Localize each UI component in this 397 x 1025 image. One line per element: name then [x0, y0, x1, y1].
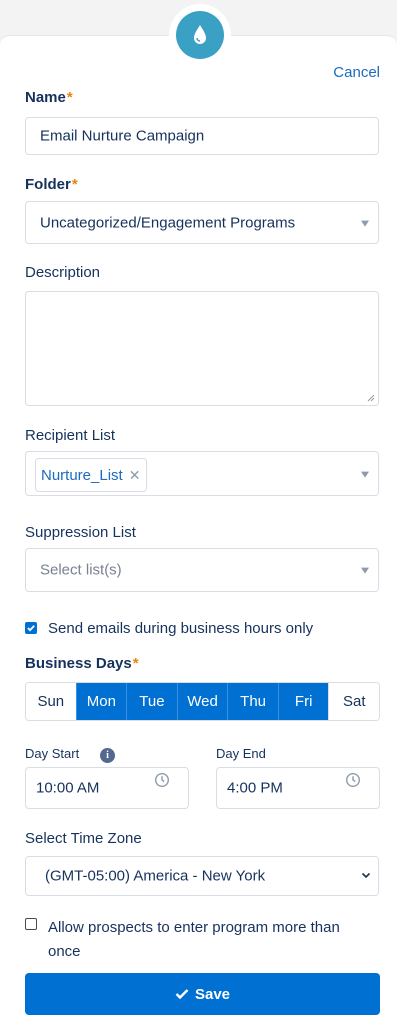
chevron-down-icon	[361, 872, 371, 879]
business-hours-label[interactable]: Send emails during business hours only	[48, 620, 313, 637]
time-zone-select[interactable]: (GMT-05:00) America - New York	[25, 856, 379, 896]
remove-tag-icon[interactable]: ✕	[129, 467, 141, 484]
day-start-input[interactable]: 10:00 AM	[25, 767, 189, 809]
recipient-list-label: Recipient List	[25, 427, 116, 444]
day-start-value: 10:00 AM	[36, 779, 100, 797]
checkmark-icon	[27, 625, 35, 632]
clock-icon[interactable]	[345, 772, 361, 788]
folder-label: Folder*	[25, 176, 78, 193]
business-days-label: Business Days*	[25, 655, 139, 672]
suppression-list-label: Suppression List	[25, 524, 136, 541]
business-days-picker: Sun Mon Tue Wed Thu Fri Sat	[25, 682, 380, 721]
business-hours-checkbox[interactable]	[25, 622, 37, 634]
day-wed[interactable]: Wed	[176, 683, 228, 720]
info-icon[interactable]: i	[100, 748, 115, 763]
suppression-placeholder: Select list(s)	[40, 561, 122, 579]
resize-handle-icon[interactable]	[367, 394, 375, 402]
day-sun[interactable]: Sun	[26, 683, 76, 720]
day-end-label: Day End	[216, 746, 266, 761]
recipient-list-select[interactable]: Nurture_List ✕	[25, 451, 379, 496]
folder-value: Uncategorized/Engagement Programs	[40, 214, 296, 231]
recipient-tag: Nurture_List ✕	[35, 458, 148, 492]
suppression-list-select[interactable]: Select list(s)	[25, 548, 379, 592]
time-zone-label: Select Time Zone	[25, 830, 142, 847]
day-fri[interactable]: Fri	[277, 683, 329, 720]
day-mon[interactable]: Mon	[75, 683, 127, 720]
day-tue[interactable]: Tue	[126, 683, 177, 720]
day-end-value: 4:00 PM	[227, 779, 283, 797]
day-end-input[interactable]: 4:00 PM	[216, 767, 380, 809]
day-sat[interactable]: Sat	[328, 683, 379, 720]
caret-down-icon	[361, 471, 369, 478]
recipient-tag-label: Nurture_List	[41, 466, 123, 484]
checkmark-icon	[175, 989, 189, 1000]
caret-down-icon	[361, 567, 369, 574]
clock-icon[interactable]	[154, 772, 170, 788]
description-label: Description	[25, 264, 101, 281]
save-button[interactable]: Save	[25, 973, 380, 1015]
description-textarea[interactable]	[25, 291, 379, 406]
name-value: Email Nurture Campaign	[40, 127, 205, 145]
cancel-link[interactable]: Cancel	[333, 64, 380, 81]
day-thu[interactable]: Thu	[227, 683, 278, 720]
water-drop-icon	[176, 11, 224, 59]
folder-select[interactable]: Uncategorized/Engagement Programs	[25, 201, 379, 244]
name-input[interactable]: Email Nurture Campaign	[25, 117, 379, 155]
day-start-label: Day Start	[25, 746, 80, 761]
save-label: Save	[194, 985, 231, 1003]
allow-reentry-label[interactable]: Allow prospects to enter program more th…	[48, 916, 340, 964]
time-zone-value: (GMT-05:00) America - New York	[45, 867, 266, 885]
name-label: Name*	[25, 89, 73, 106]
allow-reentry-checkbox[interactable]	[25, 918, 37, 930]
caret-down-icon	[361, 220, 369, 227]
